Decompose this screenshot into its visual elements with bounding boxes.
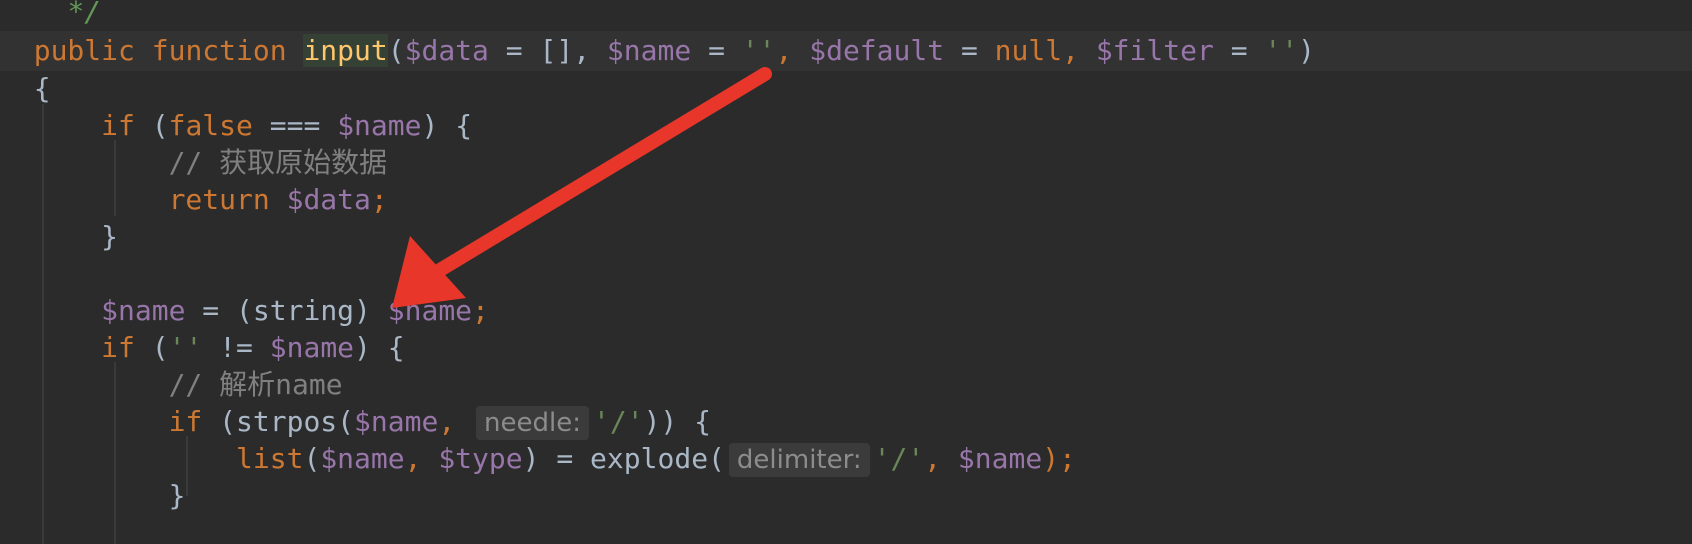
- annotation-arrow: [392, 67, 772, 308]
- arrow-head: [392, 236, 466, 308]
- arrow-shaft: [433, 67, 772, 277]
- code-editor[interactable]: */ public function input($data = [], $na…: [0, 0, 1692, 544]
